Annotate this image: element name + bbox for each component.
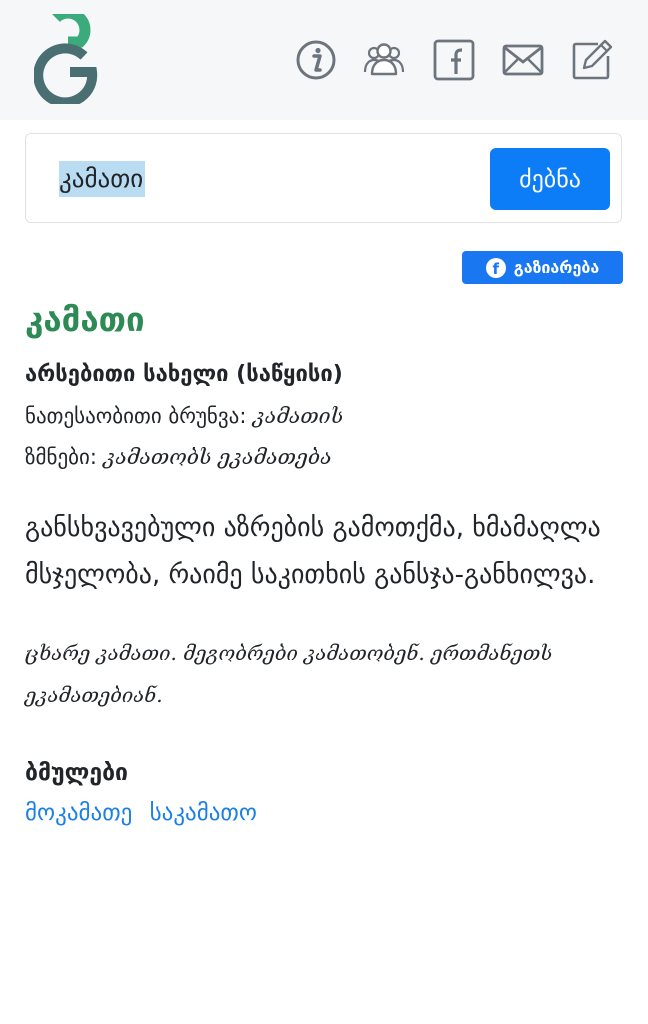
search-card: კამათი ძებნა xyxy=(25,133,622,223)
edit-icon[interactable] xyxy=(570,38,614,82)
facebook-icon[interactable] xyxy=(432,38,476,82)
mail-icon[interactable] xyxy=(501,38,545,82)
facebook-icon: f xyxy=(485,257,506,278)
verbs-label: ზმნები: xyxy=(25,445,97,469)
usage-example: ცხარე კამათი. მეგობრები კამათობენ. ერთმა… xyxy=(25,641,553,707)
share-label: გაზიარება xyxy=(513,258,600,277)
definition: განსხვავებული აზრების გამოთქმა, ხმამაღლა… xyxy=(25,513,601,590)
part-of-speech: არსებითი სახელი (საწყისი) xyxy=(25,362,343,387)
info-icon[interactable] xyxy=(294,38,338,82)
logo-icon[interactable] xyxy=(34,14,102,104)
facebook-share-button[interactable]: f გაზიარება xyxy=(462,251,623,284)
verbs-value: კამათობს ეკამათება xyxy=(103,445,332,469)
search-input-selected-text: კამათი xyxy=(59,161,146,197)
users-icon[interactable] xyxy=(362,38,406,82)
top-header xyxy=(0,0,648,120)
related-link[interactable]: მოკამათე xyxy=(25,800,132,826)
genitive-value: კამათის xyxy=(253,404,344,428)
genitive-line: ნათესაობითი ბრუნვა: კამათის xyxy=(25,404,343,428)
related-links: მოკამათე საკამათო xyxy=(25,800,267,826)
genitive-label: ნათესაობითი ბრუნვა: xyxy=(25,404,247,428)
verbs-line: ზმნები: კამათობს ეკამათება xyxy=(25,445,332,469)
related-title: ბმულები xyxy=(25,760,129,786)
related-link[interactable]: საკამათო xyxy=(150,800,257,826)
search-button[interactable]: ძებნა xyxy=(490,148,610,210)
headword: კამათი xyxy=(25,300,145,339)
